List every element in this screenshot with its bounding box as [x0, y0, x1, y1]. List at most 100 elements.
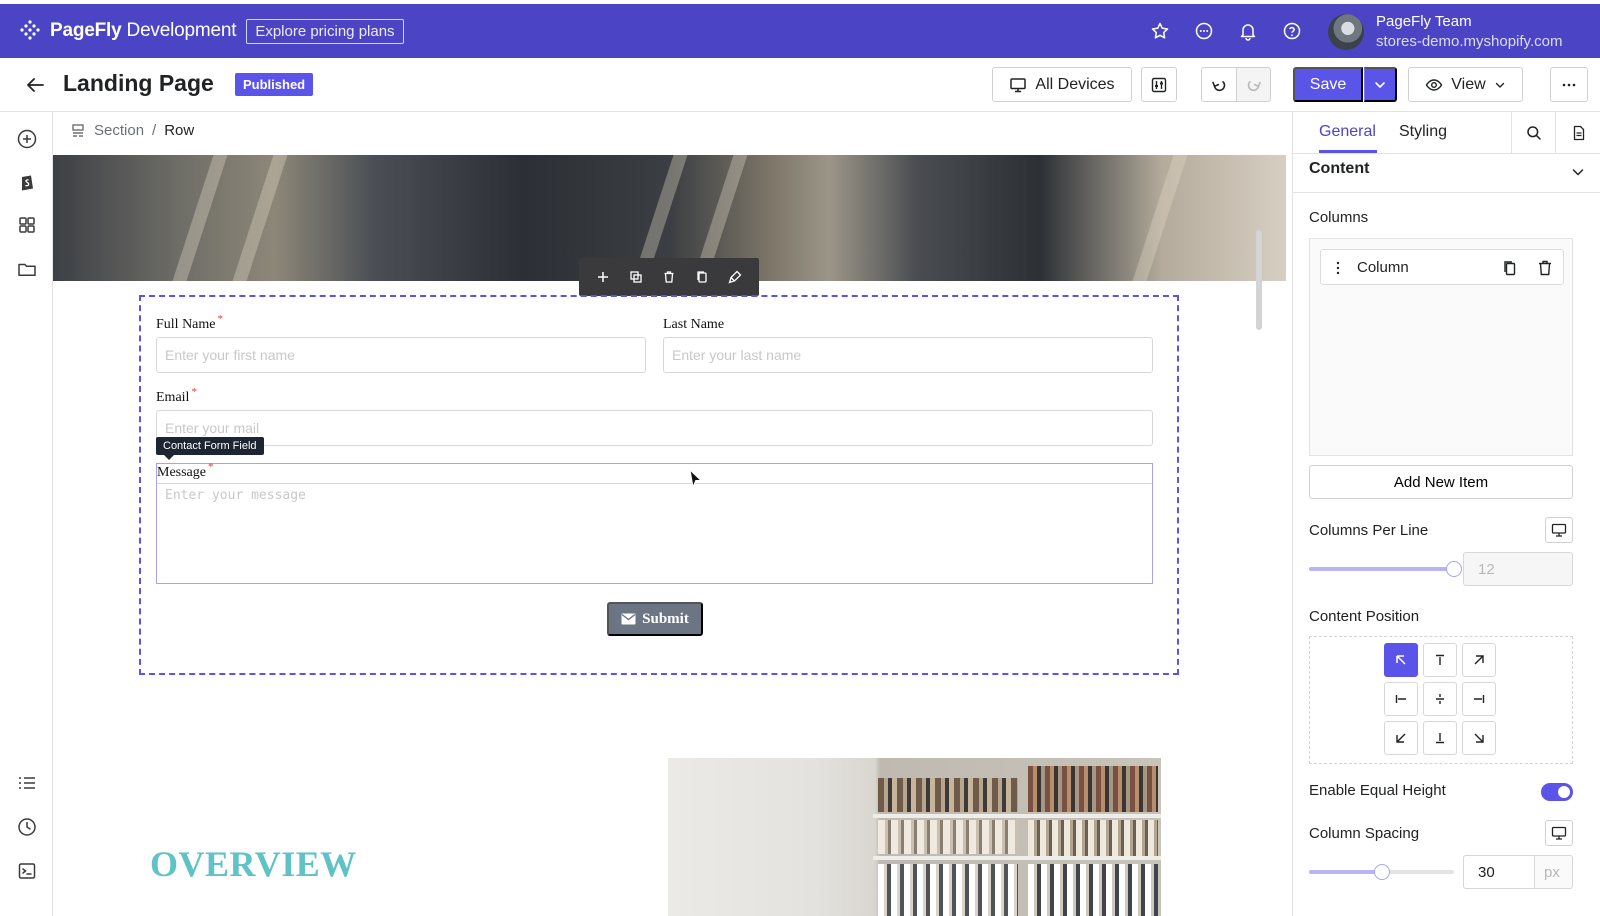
- position-top-right-button[interactable]: [1462, 643, 1496, 677]
- editor-canvas[interactable]: Full Name * Enter your first name Last Na…: [53, 155, 1286, 916]
- desktop-icon: [1551, 523, 1567, 537]
- back-arrow-icon[interactable]: [24, 74, 46, 96]
- trash-icon[interactable]: [661, 269, 677, 285]
- arrow-down-icon: [1436, 733, 1444, 744]
- list-item[interactable]: Column: [1320, 249, 1564, 285]
- more-horizontal-icon: [1562, 83, 1576, 86]
- star-icon[interactable]: [1150, 21, 1170, 41]
- compare-button[interactable]: [1141, 67, 1177, 102]
- position-top-left-button[interactable]: [1384, 643, 1418, 677]
- panel-doc-button[interactable]: [1555, 112, 1600, 154]
- column-spacing-input[interactable]: 30: [1463, 855, 1535, 889]
- mouse-cursor-icon: [689, 469, 703, 489]
- redo-button[interactable]: [1236, 67, 1271, 102]
- content-position-label: Content Position: [1309, 608, 1420, 625]
- last-name-label: Last Name: [663, 317, 725, 332]
- slider-handle[interactable]: [1446, 561, 1462, 577]
- column-spacing-slider[interactable]: [1309, 864, 1454, 880]
- grid-icon[interactable]: [16, 214, 38, 236]
- add-element-icon[interactable]: [16, 128, 38, 150]
- slider-fill: [1309, 870, 1382, 874]
- copy-icon[interactable]: [694, 269, 710, 285]
- eye-icon: [1425, 78, 1443, 91]
- plus-icon[interactable]: [595, 269, 611, 285]
- first-name-label: Full Name *: [156, 313, 223, 332]
- avatar[interactable]: [1328, 14, 1364, 50]
- tab-styling[interactable]: Styling: [1399, 123, 1447, 141]
- trash-icon[interactable]: [1536, 259, 1554, 277]
- position-top-center-button[interactable]: [1423, 643, 1457, 677]
- drag-handle-icon[interactable]: [1331, 260, 1345, 276]
- responsive-device-button[interactable]: [1545, 517, 1573, 543]
- slider-handle[interactable]: [1373, 864, 1390, 880]
- sliders-icon: [1151, 77, 1167, 92]
- columns-per-line-label: Columns Per Line: [1309, 522, 1429, 539]
- message-field[interactable]: Message * Enter your message: [156, 461, 1153, 584]
- position-middle-right-button[interactable]: [1462, 682, 1496, 716]
- folder-icon[interactable]: [16, 258, 38, 280]
- submit-button[interactable]: Submit: [607, 602, 703, 636]
- save-button[interactable]: Save: [1293, 67, 1363, 102]
- position-bottom-left-button[interactable]: [1384, 721, 1418, 755]
- section-divider: [1293, 192, 1600, 193]
- more-options-button[interactable]: [1550, 67, 1588, 102]
- canvas-scrollbar[interactable]: [1256, 230, 1262, 330]
- columns-list: Column: [1309, 238, 1573, 456]
- breadcrumb: Section / Row: [70, 122, 194, 139]
- overview-heading: OVERVIEW: [150, 844, 357, 884]
- style-brush-icon[interactable]: [727, 269, 743, 285]
- position-bottom-right-button[interactable]: [1462, 721, 1496, 755]
- view-label: View: [1451, 75, 1486, 93]
- history-clock-icon[interactable]: [16, 816, 38, 838]
- equal-height-toggle[interactable]: [1541, 783, 1573, 801]
- top-bar: PageFly Development Explore pricing plan…: [0, 4, 1600, 58]
- undo-button[interactable]: [1201, 67, 1237, 102]
- pagefly-logo-icon: [20, 20, 40, 40]
- tab-general[interactable]: General: [1319, 123, 1376, 141]
- element-toolbar: [579, 258, 759, 296]
- copy-icon[interactable]: [1501, 259, 1519, 277]
- email-input[interactable]: Enter your mail: [156, 410, 1153, 446]
- code-terminal-icon[interactable]: [16, 860, 38, 882]
- panel-tabs: General Styling: [1293, 112, 1600, 154]
- settings-panel: General Styling Content Columns Column A…: [1292, 112, 1600, 916]
- help-icon[interactable]: [1282, 21, 1302, 41]
- equal-height-label: Enable Equal Height: [1309, 782, 1446, 799]
- duplicate-icon[interactable]: [628, 269, 644, 285]
- team-name: PageFly Team: [1376, 13, 1472, 30]
- responsive-device-button[interactable]: [1545, 820, 1573, 846]
- bell-icon[interactable]: [1238, 21, 1258, 41]
- breadcrumb-section[interactable]: Section: [94, 122, 144, 139]
- last-name-input[interactable]: Enter your last name: [663, 337, 1153, 373]
- message-textarea[interactable]: Enter your message: [157, 483, 1152, 583]
- save-options-button[interactable]: [1364, 67, 1397, 102]
- arrow-up-right-icon: [1474, 655, 1484, 665]
- columns-per-line-input[interactable]: 12: [1463, 552, 1573, 586]
- columns-per-line-slider[interactable]: [1309, 561, 1462, 577]
- desktop-icon: [1010, 77, 1027, 92]
- content-section-header[interactable]: Content: [1309, 160, 1585, 188]
- chat-icon[interactable]: [1194, 21, 1214, 41]
- shopify-icon[interactable]: [16, 171, 38, 193]
- store-domain: stores-demo.myshopify.com: [1376, 33, 1563, 50]
- position-center-button[interactable]: [1423, 682, 1457, 716]
- device-selector-button[interactable]: All Devices: [992, 67, 1132, 102]
- add-new-item-button[interactable]: Add New Item: [1309, 465, 1573, 499]
- brand[interactable]: PageFly Development: [18, 19, 237, 43]
- explore-pricing-button[interactable]: Explore pricing plans: [246, 18, 404, 44]
- view-button[interactable]: View: [1408, 67, 1523, 102]
- first-name-input[interactable]: Enter your first name: [156, 337, 646, 373]
- position-bottom-center-button[interactable]: [1423, 721, 1457, 755]
- arrow-left-icon: [1395, 695, 1406, 703]
- arrow-up-left-icon: [1396, 655, 1406, 665]
- undo-icon: [1212, 80, 1226, 91]
- content-position-grid: [1309, 636, 1573, 764]
- breadcrumb-row[interactable]: Row: [164, 122, 194, 139]
- library-image: [668, 758, 1161, 916]
- panel-search-button[interactable]: [1511, 112, 1555, 154]
- position-middle-left-button[interactable]: [1384, 682, 1418, 716]
- layers-list-icon[interactable]: [16, 772, 38, 794]
- account-info[interactable]: PageFly Team stores-demo.myshopify.com: [1376, 12, 1562, 52]
- device-selector-label: All Devices: [1035, 75, 1115, 93]
- column-spacing-unit[interactable]: px: [1534, 855, 1573, 889]
